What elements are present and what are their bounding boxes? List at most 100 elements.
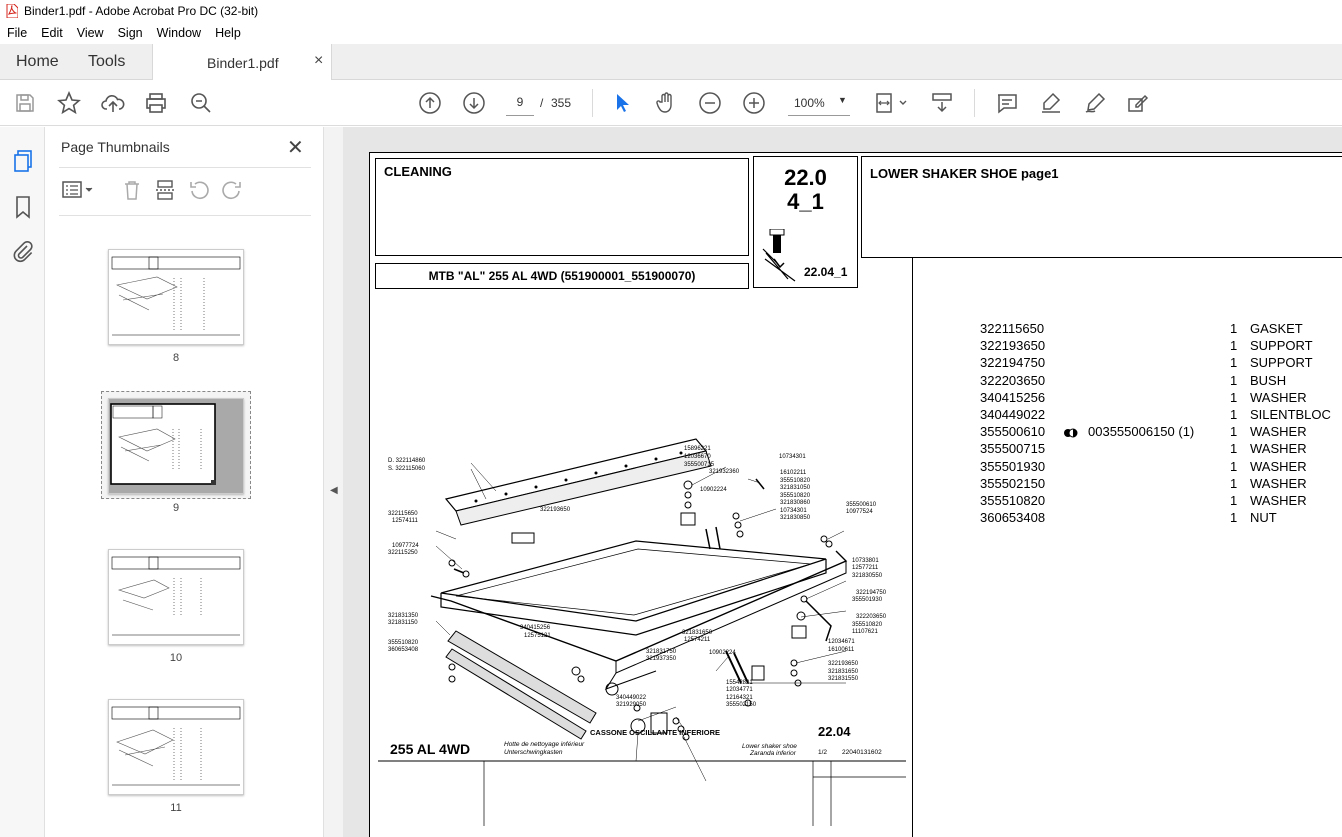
page-fit-icon[interactable]: [874, 91, 910, 115]
select-cursor-icon[interactable]: [610, 91, 634, 115]
page-up-icon[interactable]: [418, 91, 442, 115]
parts-row: 322194750 1 SUPPORT: [980, 355, 1342, 372]
section-box: CLEANING: [375, 158, 749, 256]
callout-label: 321831350: [388, 613, 419, 619]
print-icon[interactable]: [144, 91, 168, 115]
parts-row: 355501930 1 WASHER: [980, 459, 1342, 476]
parts-row: 355510820 1 WASHER: [980, 493, 1342, 510]
panel-collapse-handle[interactable]: ◀: [323, 127, 343, 837]
callout-label: 322193650: [540, 507, 571, 513]
toolbar-divider: [974, 89, 975, 117]
draw-icon[interactable]: [1083, 91, 1107, 115]
drawing-ref: 22040131602: [842, 749, 882, 756]
rotate-left-icon[interactable]: [188, 179, 210, 201]
divider: [59, 167, 311, 168]
callout-label: 355500610: [846, 502, 877, 508]
drawing-title-de: Unterschwingkasten: [504, 749, 563, 756]
thumbnail-page-8[interactable]: [108, 249, 244, 345]
parts-list: 322115650 1 GASKET 322193650 1 SUPPORT 3221947…: [980, 321, 1342, 527]
drawing-title-es: Zaranda inferior: [750, 750, 796, 757]
thumbnails-panel: Page Thumbnails ✕ 8 9 10 11: [45, 127, 363, 837]
tab-home[interactable]: Home: [16, 53, 59, 71]
parts-row: 322203650 1 BUSH: [980, 373, 1342, 390]
menu-sign[interactable]: Sign: [111, 26, 150, 40]
part-number: 322194750: [980, 355, 1046, 371]
callout-label: 12034771: [726, 687, 753, 693]
zoom-out-icon[interactable]: [698, 91, 722, 115]
divider: [59, 215, 311, 216]
part-number: 355500715: [980, 441, 1046, 457]
part-number: 355502150: [980, 475, 1046, 491]
parts-row: 340449022 1 SILENTBLOC: [980, 407, 1342, 424]
menu-edit[interactable]: Edit: [34, 26, 70, 40]
acrobat-window: Binder1.pdf - Adobe Acrobat Pro DC (32-b…: [0, 0, 1342, 837]
parts-row: 322193650 1 SUPPORT: [980, 338, 1342, 355]
bookmark-icon[interactable]: [11, 195, 35, 219]
options-menu-icon[interactable]: [61, 179, 95, 201]
callout-label: 355501930: [852, 597, 883, 603]
save-icon[interactable]: [13, 91, 37, 115]
part-quantity: 1: [1230, 510, 1238, 526]
menu-help[interactable]: Help: [208, 26, 248, 40]
callout-label: 10977724: [392, 543, 419, 549]
part-quantity: 1: [1230, 338, 1238, 354]
callout-label: 355510820: [780, 478, 811, 484]
callout-label: 355510820: [388, 640, 419, 646]
scroll-mode-icon[interactable]: [930, 91, 954, 115]
thumbnail-page-10[interactable]: [108, 549, 244, 645]
thumbnail-label: 11: [170, 802, 182, 814]
callout-label: 321937350: [646, 656, 677, 662]
document-viewer[interactable]: CLEANING 22.0 4_1 22.04_1 LOWER SHAKER S…: [343, 127, 1342, 837]
zoom-in-icon[interactable]: [742, 91, 766, 115]
extract-pages-icon[interactable]: [154, 179, 176, 201]
tab-tools[interactable]: Tools: [88, 53, 125, 71]
menu-view[interactable]: View: [70, 26, 111, 40]
callout-label: 10734301: [780, 508, 807, 514]
callout-label: 10902224: [709, 650, 736, 656]
callout-label: 321830850: [780, 515, 811, 521]
delete-icon[interactable]: [121, 179, 143, 201]
close-tab-icon[interactable]: ×: [314, 52, 323, 70]
upload-icon[interactable]: [101, 91, 125, 115]
part-description: SUPPORT: [1250, 338, 1313, 354]
comment-icon[interactable]: [995, 91, 1019, 115]
callout-label: 321932360: [709, 469, 740, 475]
bookmark-star-icon[interactable]: [57, 90, 81, 115]
callout-label: 15896221: [684, 446, 711, 452]
part-description: SILENTBLOC: [1250, 406, 1331, 422]
zoom-select[interactable]: 100% ▼: [788, 89, 850, 116]
navigation-rail: [0, 127, 45, 837]
part-description: WASHER: [1250, 458, 1307, 474]
page-down-icon[interactable]: [462, 91, 486, 115]
callout-label: 321831650: [682, 630, 713, 636]
part-number: 322193650: [980, 338, 1046, 354]
callout-label: 12574211: [684, 637, 711, 643]
search-zoom-icon[interactable]: [189, 91, 213, 115]
callout-label: 11107621: [852, 629, 878, 635]
part-number: 322115650: [980, 321, 1045, 336]
menu-window[interactable]: Window: [150, 26, 208, 40]
callout-label: 16100611: [828, 647, 855, 653]
attachment-icon[interactable]: [11, 240, 35, 264]
page-number-input[interactable]: 9: [506, 89, 534, 116]
close-panel-icon[interactable]: ✕: [287, 135, 304, 160]
drawing-title-fr: Hotte de nettoyage inférieur: [504, 741, 585, 748]
section-code-line1: 22.0: [784, 165, 827, 190]
page-thumbnails-icon[interactable]: [11, 149, 35, 173]
page-separator: /: [540, 96, 544, 110]
hand-icon[interactable]: [654, 91, 678, 115]
callout-label: 321831550: [828, 676, 859, 682]
fill-sign-icon[interactable]: [1126, 91, 1150, 115]
part-number: 355510820: [980, 492, 1046, 508]
callout-label: 355502150: [726, 702, 757, 708]
part-description: WASHER: [1250, 424, 1307, 440]
main-toolbar: [0, 80, 1342, 126]
thumbnail-page-11[interactable]: [108, 699, 244, 795]
thumbnail-page-9[interactable]: [108, 398, 244, 494]
menu-file[interactable]: File: [0, 26, 34, 40]
highlight-icon[interactable]: [1039, 91, 1063, 115]
tab-document[interactable]: Binder1.pdf ×: [152, 44, 332, 81]
callout-label: S. 322115060: [388, 466, 425, 472]
rotate-right-icon[interactable]: [221, 179, 243, 201]
callout-label: 10977524: [846, 509, 873, 515]
